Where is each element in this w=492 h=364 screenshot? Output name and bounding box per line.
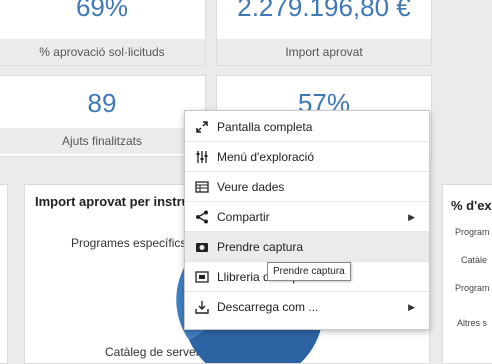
- gallery-icon: [195, 271, 209, 283]
- submenu-arrow-icon: ▶: [408, 302, 415, 312]
- sliders-icon: [196, 151, 208, 163]
- right-label-4: Altres s: [457, 318, 488, 328]
- menu-item-label: Menú d'exploració: [217, 150, 315, 164]
- menu-item-fullscreen[interactable]: Pantalla completa: [185, 112, 429, 142]
- kpi-card-approval-rate: 69% % aprovació sol·licituds: [0, 0, 206, 66]
- camera-icon: [196, 243, 208, 252]
- menu-item-label: Compartir: [217, 210, 270, 224]
- chart-card-right: % d'ex Program Catàle Program Altres s: [442, 184, 492, 364]
- fullscreen-icon: [196, 121, 208, 133]
- tooltip-take-snapshot: Prendre captura: [267, 262, 351, 281]
- right-label-3: Program: [455, 283, 490, 293]
- right-label-1: Program: [455, 227, 490, 237]
- context-menu: Pantalla completa Menú d'exploració Veur…: [184, 110, 430, 330]
- submenu-arrow-icon: ▶: [408, 212, 415, 222]
- kpi-label-approved-amount: Import aprovat: [217, 39, 431, 65]
- share-icon: [196, 210, 208, 224]
- table-icon: [195, 181, 209, 193]
- menu-item-label: Veure dades: [217, 180, 285, 194]
- kpi-card-finished-grants: 89 Ajuts finalitzats: [0, 75, 206, 157]
- kpi-card-approved-amount: 2.279.196,80 € Import aprovat: [216, 0, 432, 66]
- kpi-value-approved-amount: 2.279.196,80 €: [237, 0, 411, 22]
- kpi-value-finished-grants: 89: [87, 88, 117, 118]
- menu-item-explore[interactable]: Menú d'exploració: [185, 142, 429, 172]
- kpi-label-finished-grants: Ajuts finalitzats: [0, 128, 205, 154]
- menu-item-label: Prendre captura: [217, 240, 304, 254]
- kpi-value-approval-rate: 69%: [75, 0, 129, 22]
- menu-item-view-data[interactable]: Veure dades: [185, 172, 429, 202]
- download-icon: [195, 301, 209, 314]
- chart-title-right: % d'ex: [451, 198, 492, 213]
- chart-card-amount-by-instrument: [0, 184, 8, 364]
- menu-item-share[interactable]: Compartir ▶: [185, 202, 429, 232]
- right-label-2: Catàle: [461, 255, 488, 265]
- menu-item-label: Descarrega com ...: [217, 300, 319, 314]
- kpi-label-approval-rate: % aprovació sol·licituds: [0, 39, 205, 65]
- menu-item-label: Pantalla completa: [217, 120, 313, 134]
- menu-item-take-snapshot[interactable]: Prendre captura: [185, 232, 429, 262]
- menu-item-download[interactable]: Descarrega com ... ▶: [185, 292, 429, 322]
